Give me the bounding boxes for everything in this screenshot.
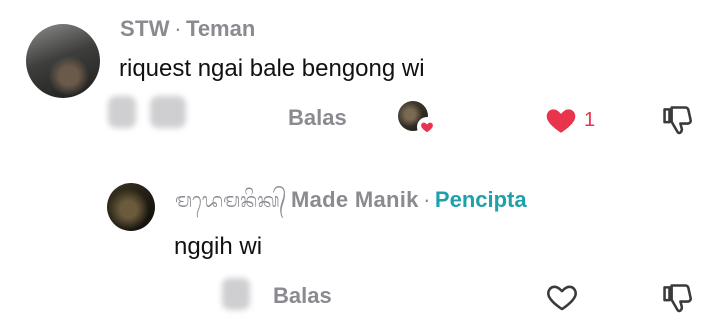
heart-filled-icon: [546, 109, 576, 133]
creator-badge: Pencipta: [434, 187, 527, 212]
like-count: 1: [584, 109, 596, 131]
username[interactable]: Made Manik: [291, 187, 419, 212]
heart-filled-icon: [421, 122, 433, 133]
blurred-sticker: [150, 96, 186, 128]
reply-button[interactable]: Balas: [288, 105, 347, 131]
comment-text: riquest ngai bale bengong wi: [119, 55, 425, 82]
dislike-button[interactable]: [661, 102, 695, 138]
avatar[interactable]: [107, 183, 155, 231]
heart-outline-icon: [547, 285, 577, 311]
like-button[interactable]: [543, 103, 579, 137]
reply-button[interactable]: Balas: [273, 283, 332, 309]
comment-header: STW · Teman: [120, 16, 255, 42]
avatar[interactable]: [26, 24, 100, 98]
comment-header: ᬫᬤᬾᬫᬦᬶᬓ᭄ Made Manik · Pencipta: [175, 186, 527, 222]
username-script[interactable]: ᬫᬤᬾᬫᬦᬶᬓ᭄: [175, 190, 287, 212]
blurred-sticker: [108, 96, 136, 128]
blurred-sticker: [222, 278, 250, 310]
creator-heart-badge: [417, 117, 437, 137]
dislike-button[interactable]: [661, 280, 695, 316]
separator: ·: [423, 187, 431, 212]
comment-text: nggih wi: [174, 233, 263, 260]
like-button[interactable]: [544, 280, 580, 314]
separator: ·: [174, 16, 182, 41]
thumbs-down-icon: [663, 284, 692, 313]
username[interactable]: STW: [120, 16, 170, 41]
thumbs-down-icon: [663, 106, 692, 135]
friend-badge: Teman: [186, 16, 256, 41]
